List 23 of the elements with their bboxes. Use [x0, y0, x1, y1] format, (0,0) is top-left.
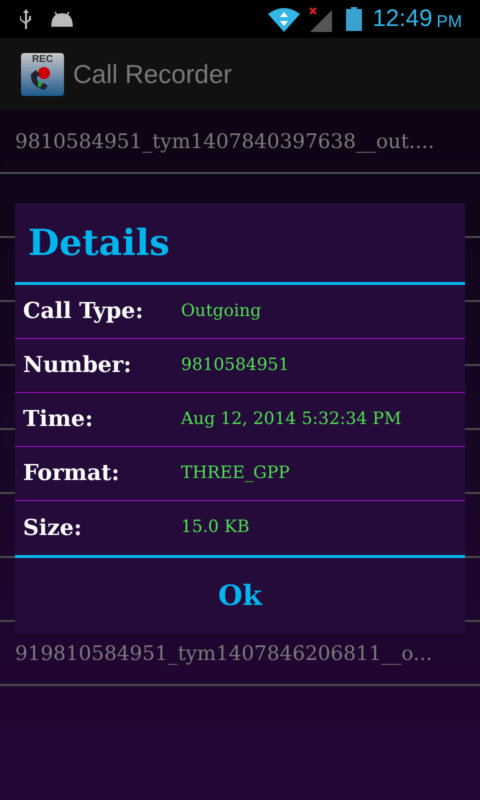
field-value: 9810584951 [181, 354, 290, 377]
ok-button[interactable]: Ok [208, 574, 272, 616]
app-icon-label: REC [32, 54, 54, 64]
clock-meridiem: PM [436, 12, 462, 30]
usb-icon [18, 8, 34, 30]
field-value: 15.0 KB [181, 516, 250, 540]
field-label: Call Type: [23, 297, 144, 326]
battery-icon [346, 7, 362, 31]
field-label: Time: [23, 405, 94, 434]
field-label: Format: [23, 459, 120, 488]
clock-time: 12:49 [372, 7, 432, 31]
field-value: Aug 12, 2014 5:32:34 PM [181, 408, 402, 431]
field-value: Outgoing [181, 300, 262, 323]
android-icon [50, 10, 74, 28]
recording-name[interactable]: 9810584951_tym1407840397638__out.... [15, 126, 434, 156]
wifi-icon [268, 6, 300, 32]
app-title: Call Recorder [73, 58, 232, 90]
field-label: Size: [23, 514, 83, 542]
field-label: Number: [23, 351, 132, 380]
signal-icon [308, 6, 334, 32]
recording-name[interactable]: 919810584951_tym1407846206811__o... [15, 638, 432, 668]
dialog-title: Details [28, 220, 170, 266]
field-value: THREE_GPP [181, 462, 290, 485]
